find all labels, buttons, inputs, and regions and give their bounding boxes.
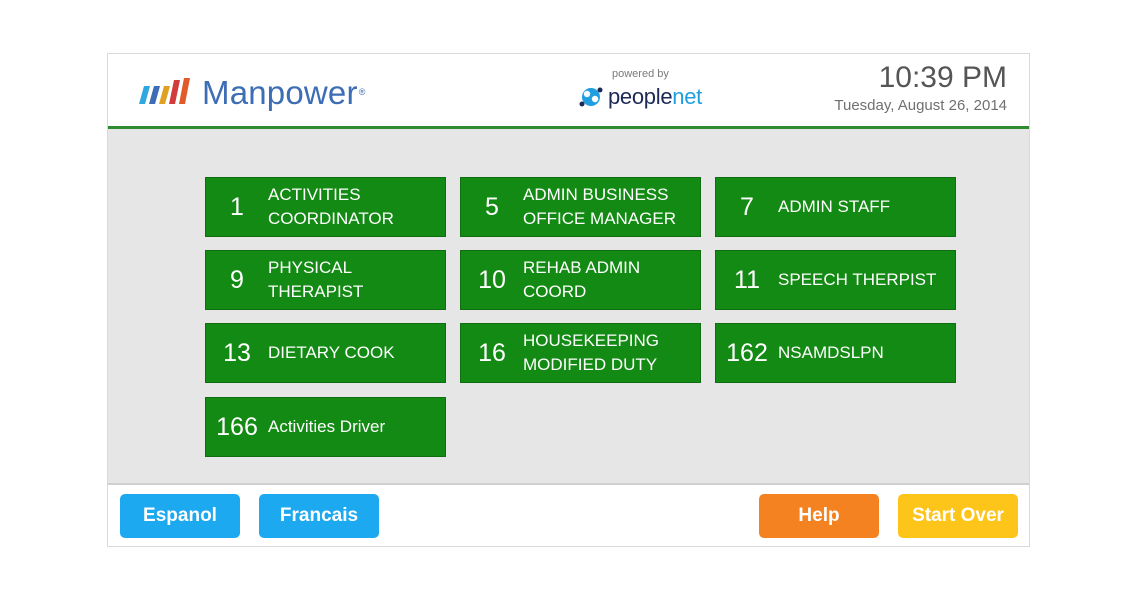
job-title: DIETARY COOK xyxy=(268,343,395,362)
job-number: 9 xyxy=(230,265,244,294)
espanol-button[interactable]: Espanol xyxy=(120,494,240,538)
job-title: SPEECH THERPIST xyxy=(778,270,937,289)
job-button-166[interactable]: 166 Activities Driver xyxy=(205,397,446,457)
job-number: 11 xyxy=(734,265,760,294)
job-button-5[interactable]: 5 ADMIN BUSINESS OFFICE MANAGER xyxy=(460,177,701,237)
job-title: Activities Driver xyxy=(268,417,386,436)
job-button-9[interactable]: 9 PHYSICAL THERAPIST xyxy=(205,250,446,310)
francais-button[interactable]: Francais xyxy=(259,494,379,538)
job-title: ADMIN STAFF xyxy=(778,197,891,216)
job-number: 16 xyxy=(478,338,506,367)
help-button[interactable]: Help xyxy=(759,494,879,538)
job-title: PHYSICAL THERAPIST xyxy=(268,258,364,301)
brand-name: Manpower xyxy=(202,73,358,111)
job-number: 10 xyxy=(478,265,506,294)
job-number: 13 xyxy=(223,338,251,367)
peoplenet-word-net: net xyxy=(672,84,702,109)
job-button-162[interactable]: 162 NSAMDSLPN xyxy=(715,323,956,383)
job-number: 7 xyxy=(740,192,754,221)
powered-by-label: powered by xyxy=(612,68,669,80)
job-button-10[interactable]: 10 REHAB ADMIN COORD xyxy=(460,250,701,310)
start-over-button[interactable]: Start Over xyxy=(898,494,1018,538)
job-number: 166 xyxy=(216,412,258,441)
job-title: REHAB ADMIN COORD xyxy=(523,258,641,301)
peoplenet-logo: peoplenet xyxy=(578,85,702,109)
clock: 10:39 PM Tuesday, August 26, 2014 xyxy=(834,60,1007,116)
manpower-logo: Manpower ® xyxy=(136,72,365,112)
job-title: ACTIVITIES COORDINATOR xyxy=(268,185,394,228)
brand-registered-mark: ® xyxy=(358,87,366,97)
footer-bar: Espanol Francais Help Start Over xyxy=(108,485,1029,546)
job-number: 1 xyxy=(230,192,244,221)
job-button-16[interactable]: 16 HOUSEKEEPING MODIFIED DUTY xyxy=(460,323,701,383)
job-title: HOUSEKEEPING MODIFIED DUTY xyxy=(523,331,660,374)
peoplenet-wordmark: peoplenet xyxy=(608,86,702,108)
job-button-1[interactable]: 1 ACTIVITIES COORDINATOR xyxy=(205,177,446,237)
header-bar: Manpower ® powered by peoplenet 10:39 PM … xyxy=(108,54,1029,126)
job-button-7[interactable]: 7 ADMIN STAFF xyxy=(715,177,956,237)
job-number: 5 xyxy=(485,192,499,221)
powered-by-block: powered by peoplenet xyxy=(578,68,708,112)
job-number: 162 xyxy=(726,338,768,367)
job-title: NSAMDSLPN xyxy=(778,343,884,362)
current-date: Tuesday, August 26, 2014 xyxy=(834,97,1007,114)
job-button-11[interactable]: 11 SPEECH THERPIST xyxy=(715,250,956,310)
job-title: ADMIN BUSINESS OFFICE MANAGER xyxy=(523,185,677,228)
job-button-13[interactable]: 13 DIETARY COOK xyxy=(205,323,446,383)
manpower-stripes-icon xyxy=(139,78,190,104)
peoplenet-word-people: people xyxy=(608,84,673,109)
current-time: 10:39 PM xyxy=(878,61,1007,94)
peoplenet-swirl-icon xyxy=(579,87,603,107)
kiosk-window: Manpower ® powered by peoplenet 10:39 PM … xyxy=(107,53,1030,547)
job-selection-panel: 1 ACTIVITIES COORDINATOR 5 ADMIN BUSINES… xyxy=(108,129,1029,483)
